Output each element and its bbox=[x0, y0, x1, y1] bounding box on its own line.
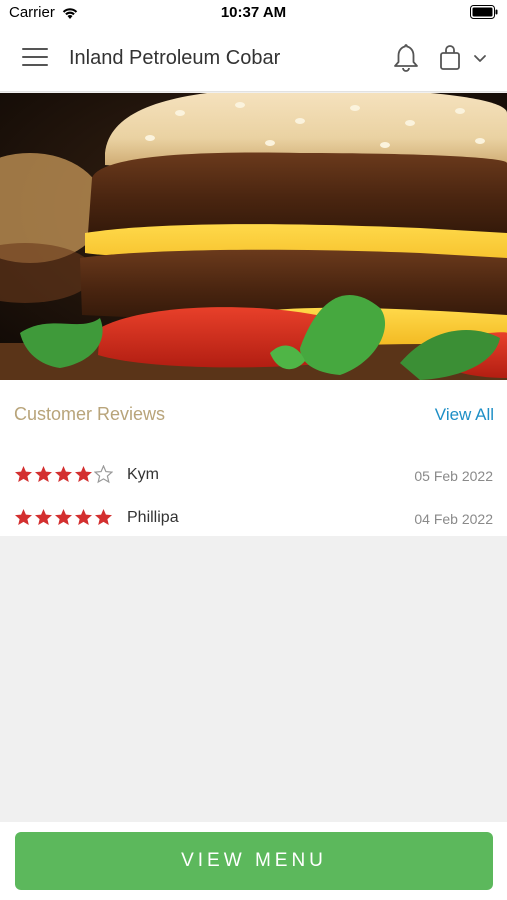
shopping-bag-icon[interactable] bbox=[438, 44, 462, 72]
view-all-link[interactable]: View All bbox=[435, 405, 494, 425]
star-filled-icon bbox=[95, 509, 112, 525]
star-filled-icon bbox=[35, 466, 52, 482]
bell-icon[interactable] bbox=[392, 43, 420, 73]
star-filled-icon bbox=[55, 509, 72, 525]
star-rating bbox=[14, 465, 113, 484]
star-rating bbox=[14, 508, 113, 527]
chevron-down-icon[interactable] bbox=[472, 51, 488, 65]
review-date: 04 Feb 2022 bbox=[414, 511, 493, 527]
status-bar: Carrier 10:37 AM bbox=[0, 0, 507, 28]
review-date: 05 Feb 2022 bbox=[414, 468, 493, 484]
star-filled-icon bbox=[15, 466, 32, 482]
status-right bbox=[470, 5, 498, 23]
star-filled-icon bbox=[15, 509, 32, 525]
reviews-heading: Customer Reviews bbox=[14, 404, 166, 424]
page-title: Inland Petroleum Cobar bbox=[69, 47, 281, 69]
nav-bar: Inland Petroleum Cobar bbox=[0, 28, 507, 92]
view-menu-button[interactable]: VIEW MENU bbox=[15, 832, 493, 890]
status-time: 10:37 AM bbox=[220, 4, 287, 21]
review-row[interactable]: Phillipa 04 Feb 2022 bbox=[0, 506, 507, 536]
reviews-section: Customer Reviews View All Kym 05 Feb 202… bbox=[0, 380, 507, 536]
star-filled-icon bbox=[55, 466, 72, 482]
star-empty-icon bbox=[94, 465, 113, 484]
star-filled-icon bbox=[35, 509, 52, 525]
battery-icon bbox=[470, 5, 498, 19]
review-row[interactable]: Kym 05 Feb 2022 bbox=[0, 463, 507, 493]
star-filled-icon bbox=[75, 509, 92, 525]
reviewer-name: Kym bbox=[127, 466, 159, 483]
bottom-bar: VIEW MENU bbox=[0, 822, 507, 900]
reviewer-name: Phillipa bbox=[127, 509, 179, 526]
hero-burger-image bbox=[0, 93, 507, 380]
star-filled-icon bbox=[75, 466, 92, 482]
hamburger-menu-icon[interactable] bbox=[22, 48, 48, 70]
